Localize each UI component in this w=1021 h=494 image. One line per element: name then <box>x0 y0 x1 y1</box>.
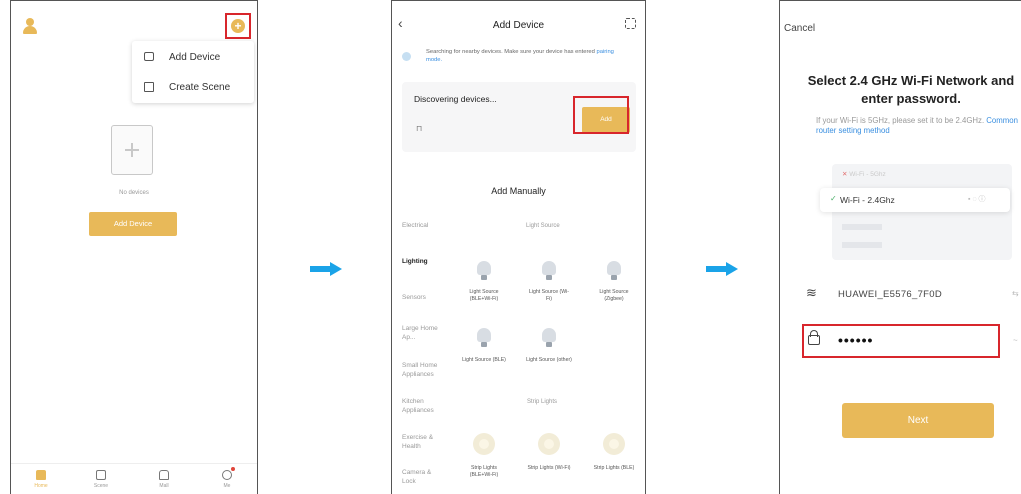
avatar[interactable] <box>23 18 37 34</box>
search-status: Searching for nearby devices. Make sure … <box>402 48 638 68</box>
device-light-source-ble[interactable]: Light Source (BLE) <box>461 357 507 364</box>
add-menu: Add Device Create Scene <box>132 41 254 103</box>
device-strip-lights-ble[interactable]: Strip Lights (BLE) <box>591 465 637 472</box>
menu-create-scene-label: Create Scene <box>169 82 231 93</box>
section-strip-lights: Strip Lights <box>527 399 558 405</box>
flow-arrow-2 <box>706 262 740 276</box>
tab-mall[interactable]: Mall <box>150 470 178 494</box>
wifi-subtitle: If your Wi-Fi is 5GHz, please set it to … <box>816 116 1021 136</box>
wifi-5g-row: ✕ Wi-Fi - 5Ghz <box>842 170 886 178</box>
add-device-screen: ‹ Add Device Searching for nearby device… <box>391 0 646 494</box>
check-icon: ✓ <box>830 194 837 203</box>
flow-arrow-1 <box>310 262 344 276</box>
home-icon <box>36 470 46 480</box>
search-text: Searching for nearby devices. Make sure … <box>426 49 595 55</box>
wifi-setup-screen: Cancel Select 2.4 GHz Wi-Fi Network and … <box>779 0 1021 494</box>
scene-icon <box>96 470 106 480</box>
device-strip-lights-wifi[interactable]: Strip Lights (Wi-Fi) <box>526 465 572 472</box>
scan-icon[interactable] <box>625 18 636 29</box>
strip-light-icon <box>473 433 495 455</box>
category-exercise-health[interactable]: Exercise & Health <box>402 433 442 451</box>
show-password-icon[interactable]: ~ <box>1013 336 1018 345</box>
bulb-icon <box>542 261 556 281</box>
mall-icon <box>159 470 169 480</box>
strip-light-icon <box>538 433 560 455</box>
empty-text: No devices <box>119 190 149 196</box>
device-strip-lights-ble-wifi[interactable]: Strip Lights (BLE+Wi-Fi) <box>461 465 507 479</box>
wifi-5g-label: Wi-Fi - 5Ghz <box>849 171 886 178</box>
bulb-icon <box>477 261 491 281</box>
empty-document-icon <box>111 125 153 175</box>
add-device-icon <box>144 52 154 61</box>
menu-item-create-scene[interactable]: Create Scene <box>132 77 254 99</box>
tab-mall-label: Mall <box>159 483 169 489</box>
strip-light-icon <box>603 433 625 455</box>
cancel-link[interactable]: Cancel <box>784 23 815 34</box>
me-icon <box>222 467 235 480</box>
menu-add-device-label: Add Device <box>169 52 221 63</box>
network-name: HUAWEI_E5576_7F0D <box>838 289 943 300</box>
wifi-title: Select 2.4 GHz Wi-Fi Network and enter p… <box>807 73 1015 106</box>
category-lighting[interactable]: Lighting <box>402 257 428 266</box>
bulb-icon <box>607 261 621 281</box>
wifi-24g-label: Wi-Fi - 2.4Ghz <box>840 195 895 205</box>
next-button-label: Next <box>907 415 929 426</box>
category-kitchen-appliances[interactable]: Kitchen Appliances <box>402 397 446 415</box>
category-sensors[interactable]: Sensors <box>402 293 426 302</box>
add-device-button-label: Add Device <box>113 219 153 228</box>
home-screen: + Add Device Create Scene No devices Add… <box>10 0 258 494</box>
tab-scene-label: Scene <box>93 483 109 489</box>
device-light-source-wifi[interactable]: Light Source (Wi-Fi) <box>526 289 572 303</box>
notification-dot <box>231 467 235 471</box>
menu-item-add-device[interactable]: Add Device <box>132 47 254 69</box>
category-large-home-appliances[interactable]: Large Home Ap... <box>402 324 442 342</box>
add-device-button[interactable]: Add Device <box>89 212 177 236</box>
discovered-device-icon: ⊓ <box>416 124 423 133</box>
wifi-info-icon: ▪ ◌ ⓘ <box>968 196 986 203</box>
tab-home[interactable]: Home <box>27 470 55 494</box>
highlight-add-icon <box>225 13 251 39</box>
category-electrical[interactable]: Electrical <box>402 221 428 230</box>
device-light-source-ble-wifi[interactable]: Light Source (BLE+Wi-Fi) <box>461 289 507 303</box>
device-light-source-other[interactable]: Light Source (other) <box>526 357 572 364</box>
category-camera-lock[interactable]: Camera & Lock <box>402 468 438 486</box>
bulb-icon <box>542 328 556 348</box>
device-light-source-zigbee[interactable]: Light Source (Zigbee) <box>591 289 637 303</box>
page-title: Add Device <box>492 20 545 31</box>
add-manually-title: Add Manually <box>491 186 546 196</box>
tab-me[interactable]: Me <box>213 467 241 494</box>
tab-home-label: Home <box>34 483 48 489</box>
switch-network-icon[interactable]: ⇆ <box>1012 289 1019 298</box>
lock-shackle-icon <box>810 330 818 337</box>
wifi-list-illustration: ✕ Wi-Fi - 5Ghz ✓ Wi-Fi - 2.4Ghz ▪ ◌ ⓘ <box>820 164 1012 260</box>
searching-icon <box>402 52 411 61</box>
tab-bar: Home Scene Mall Me <box>11 463 257 494</box>
wifi-subtitle-text: If your Wi-Fi is 5GHz, please set it to … <box>816 116 985 125</box>
section-light-source: Light Source <box>526 223 560 229</box>
bulb-icon <box>477 328 491 348</box>
category-small-home-appliances[interactable]: Small Home Appliances <box>402 361 448 379</box>
x-icon: ✕ <box>842 171 848 178</box>
wifi-24g-row: ✓ Wi-Fi - 2.4Ghz ▪ ◌ ⓘ <box>820 188 1010 212</box>
wifi-icon: ≋ <box>806 285 817 300</box>
next-button[interactable]: Next <box>842 403 994 438</box>
tab-scene[interactable]: Scene <box>87 470 115 494</box>
password-field[interactable]: •••••• ~ <box>808 330 1021 352</box>
network-field[interactable]: ≋ HUAWEI_E5576_7F0D ⇆ <box>806 283 1021 307</box>
create-scene-icon <box>144 82 154 92</box>
tab-me-label: Me <box>223 483 231 489</box>
highlight-add-button <box>573 96 629 134</box>
password-value: •••••• <box>838 332 874 348</box>
discovering-text: Discovering devices... <box>414 94 497 104</box>
